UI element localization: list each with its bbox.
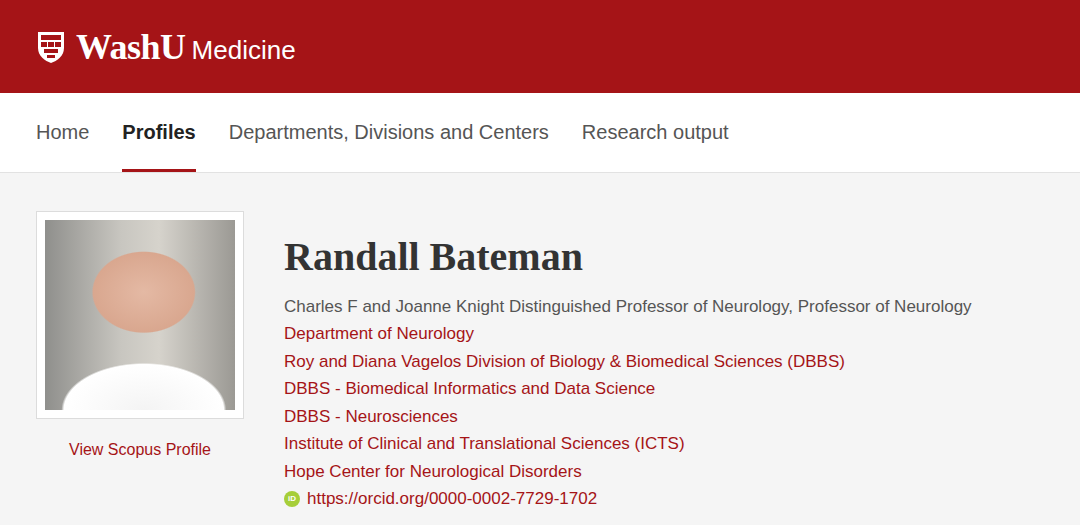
profile-photo [45, 220, 235, 410]
affiliation-link[interactable]: DBBS - Neurosciences [284, 403, 972, 431]
scopus-link[interactable]: View Scopus Profile [69, 441, 211, 459]
photo-column: View Scopus Profile [36, 211, 244, 525]
affiliation-link[interactable]: Institute of Clinical and Translational … [284, 430, 972, 458]
orcid-link[interactable]: iDhttps://orcid.org/0000-0002-7729-1702 [284, 485, 972, 513]
nav-item[interactable]: Departments, Divisions and Centers [229, 93, 549, 172]
affiliation-link[interactable]: Department of Neurology [284, 320, 972, 348]
profile-page: WashUMedicine Home Profiles Departments, Di… [0, 0, 1080, 525]
orcid-icon: iD [284, 491, 300, 507]
affiliation-link[interactable]: DBBS - Biomedical Informatics and Data S… [284, 375, 972, 403]
nav-item[interactable]: Research output [582, 93, 729, 172]
nav-item[interactable]: Home [36, 93, 89, 172]
logo-brand: WashU [76, 26, 186, 68]
photo-card [36, 211, 244, 419]
nav-item[interactable]: Profiles [122, 93, 195, 172]
profile-name: Randall Bateman [284, 235, 972, 279]
affiliation-link[interactable]: Roy and Diana Vagelos Division of Biolog… [284, 348, 972, 376]
main-nav: Home Profiles Departments, Divisions and C… [0, 93, 1080, 173]
profile-details: Randall Bateman Charles F and Joanne Knig… [284, 211, 972, 525]
affiliation-link[interactable]: Hope Center for Neurological Disorders [284, 458, 972, 486]
logo-sub: Medicine [192, 35, 296, 66]
profile-content: View Scopus Profile Randall Bateman Charle… [0, 173, 1080, 525]
washu-medicine-logo[interactable]: WashUMedicine [36, 26, 296, 68]
profile-title: Charles F and Joanne Knight Distinguishe… [284, 293, 972, 320]
shield-icon [36, 30, 66, 64]
site-header: WashUMedicine [0, 0, 1080, 93]
